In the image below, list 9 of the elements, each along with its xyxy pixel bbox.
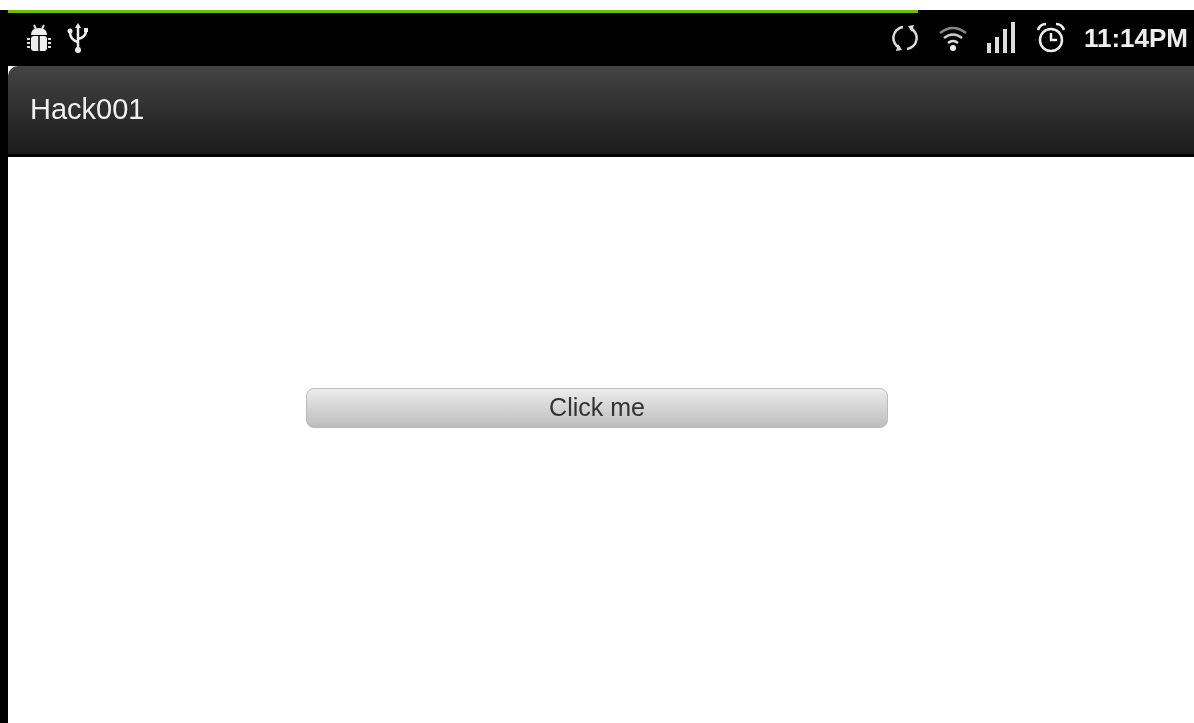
click-me-button[interactable]: Click me xyxy=(306,388,888,428)
app-title: Hack001 xyxy=(30,92,145,128)
alarm-clock-icon xyxy=(1035,22,1066,54)
bug-icon xyxy=(26,23,52,53)
signal-icon xyxy=(985,21,1016,55)
usb-icon xyxy=(66,22,90,54)
wifi-icon xyxy=(937,24,968,52)
status-time: 11:14PM xyxy=(1083,21,1188,55)
sync-icon xyxy=(891,24,918,52)
